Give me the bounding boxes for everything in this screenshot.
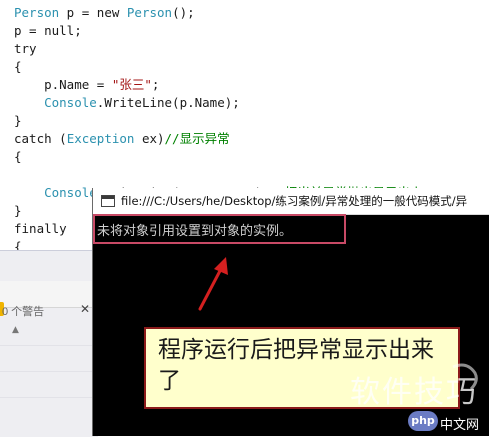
code-line[interactable]: try [14, 40, 37, 58]
code-line[interactable]: { [14, 148, 22, 166]
code-line[interactable]: catch (Exception ex)//显示异常 [14, 130, 230, 148]
code-token: { [14, 59, 22, 74]
error-list-panel: 0 个警告 ✕ ▲ [0, 250, 98, 437]
console-title-bar[interactable]: file:///C:/Users/he/Desktop/练习案例/异常处理的一般… [93, 188, 489, 215]
code-token: p = null; [14, 23, 82, 38]
code-token: try [14, 41, 37, 56]
code-token: new [96, 5, 120, 20]
code-token: } [14, 113, 22, 128]
code-line[interactable]: Console.WriteLine(p.Name); [14, 94, 240, 112]
console-title: file:///C:/Users/he/Desktop/练习案例/异常处理的一般… [121, 194, 468, 208]
code-token: //显示异常 [164, 131, 230, 146]
code-line[interactable]: } [14, 112, 22, 130]
list-divider [0, 371, 98, 372]
code-token: (); [172, 5, 195, 20]
code-token: .WriteLine(p.Name); [96, 95, 240, 110]
code-line[interactable]: { [14, 58, 22, 76]
warning-count-label[interactable]: 0 个警告 [2, 303, 44, 319]
watermark-text: 软件技巧 [350, 375, 478, 410]
code-token: Person [14, 5, 60, 20]
code-token: finally [14, 221, 67, 236]
code-token: p.Name = [14, 77, 112, 92]
code-line[interactable]: p = null; [14, 22, 82, 40]
code-token: ; [151, 77, 160, 92]
code-token: Person [126, 5, 173, 20]
code-token: Exception [66, 131, 135, 146]
code-token: p = [59, 5, 97, 20]
code-line[interactable]: finally [14, 220, 67, 238]
code-token: Console [44, 95, 97, 110]
sort-ascending-icon[interactable]: ▲ [12, 325, 19, 335]
console-output-text: 未将对象引用设置到对象的实例。 [97, 224, 293, 239]
close-icon[interactable]: ✕ [80, 302, 90, 316]
code-line[interactable]: p.Name = "张三"; [14, 76, 159, 94]
console-window-icon [101, 195, 115, 207]
code-token: catch ( [14, 131, 67, 146]
code-token: ex) [134, 131, 165, 146]
list-divider [0, 345, 98, 346]
code-line[interactable]: } [14, 202, 22, 220]
red-arrow-icon [198, 257, 228, 311]
watermark-php-badge: php [408, 411, 438, 431]
watermark-site-text: 中文网 [440, 418, 480, 433]
code-token: } [14, 203, 22, 218]
code-line[interactable]: Person p = new Person(); [14, 4, 195, 22]
list-divider [0, 397, 98, 398]
code-token: "张三" [111, 77, 152, 92]
code-token: Console [44, 185, 97, 200]
code-token: { [14, 149, 22, 164]
